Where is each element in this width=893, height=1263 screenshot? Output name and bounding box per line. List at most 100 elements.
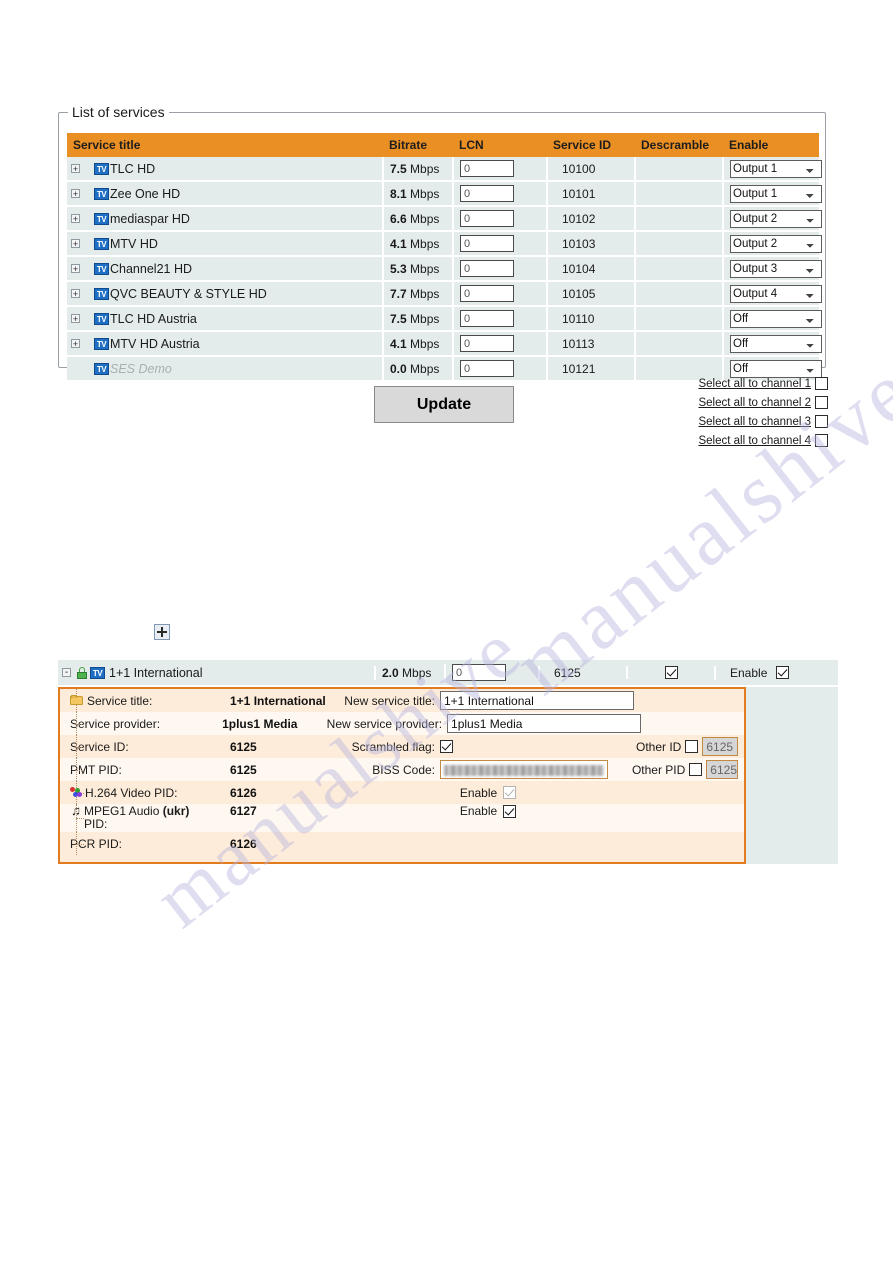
detail-enable-checkbox[interactable]	[776, 666, 790, 679]
tv-icon: TV	[94, 337, 109, 350]
select-all-checkbox[interactable]	[815, 377, 828, 390]
detail-row-label: Service title:	[87, 693, 153, 708]
lcn-input[interactable]	[460, 235, 514, 252]
detail-value: 6126	[230, 785, 257, 800]
cell-bitrate: 4.1 Mbps	[383, 331, 454, 357]
enable-select[interactable]: OffOutput 1Output 2Output 3Output 4	[730, 159, 822, 178]
cell-descramble	[635, 231, 724, 257]
service-title-label: Zee One HD	[110, 186, 181, 201]
table-row: + TVZee One HD 8.1 Mbps 10101 OffOutput 1Out…	[67, 181, 822, 207]
tail-label: Other ID	[636, 739, 682, 754]
select-all-row: Select all to channel 4	[688, 431, 828, 450]
detail-label-cell: Service ID:	[60, 735, 230, 758]
detail-label-cell: Service provider:	[60, 712, 222, 735]
select-all-checkbox[interactable]	[815, 396, 828, 409]
expand-icon[interactable]: +	[71, 239, 80, 249]
cell-descramble	[635, 281, 724, 307]
label-main: MPEG1 Audio	[84, 804, 160, 818]
cell-service-title: + TV TLC HD Austria	[67, 306, 384, 332]
expand-icon[interactable]: +	[71, 214, 80, 224]
expand-icon[interactable]: +	[71, 289, 80, 299]
bitrate-unit: Mbps	[410, 361, 440, 376]
detail-enable-label: Enable	[459, 804, 498, 818]
select-all-link[interactable]: Select all to channel 3	[698, 416, 811, 428]
enable-select[interactable]: OffOutput 1Output 2Output 3Output 4	[730, 334, 822, 353]
scrambled-flag-checkbox[interactable]	[440, 740, 453, 753]
lcn-input[interactable]	[460, 335, 514, 352]
cell-service-id: 10105	[547, 281, 636, 307]
cell-descramble	[635, 181, 724, 207]
cell-lcn	[453, 206, 548, 232]
enable-select[interactable]: OffOutput 1Output 2Output 3Output 4	[730, 209, 822, 228]
bitrate-value: 5.3	[390, 261, 407, 276]
other-id-checkbox[interactable]	[685, 740, 699, 753]
service-detail-panel: - TV 1+1 International 2.0 Mbps 6125 Ena…	[58, 660, 838, 864]
service-title-label: mediaspar HD	[110, 211, 190, 226]
col-header-service-id: Service ID	[547, 133, 635, 157]
detail-enable-label: Enable	[459, 785, 498, 800]
detail-text-input[interactable]	[447, 714, 642, 733]
enable-select[interactable]: OffOutput 1Output 2Output 3Output 4	[730, 184, 822, 203]
cell-lcn	[453, 356, 548, 380]
tree-connector	[76, 723, 84, 725]
detail-value: 6125	[230, 762, 257, 777]
cell-service-id: 10102	[547, 206, 636, 232]
lcn-input[interactable]	[460, 260, 514, 277]
cell-lcn	[453, 181, 548, 207]
other-pid-checkbox[interactable]	[689, 763, 703, 776]
tv-icon: TV	[90, 666, 105, 679]
tv-icon: TV	[94, 237, 109, 250]
cell-service-title: + TV Channel21 HD	[67, 256, 384, 282]
detail-text-input[interactable]	[440, 691, 634, 710]
select-all-link[interactable]: Select all to channel 2	[698, 397, 811, 409]
lcn-input[interactable]	[460, 360, 514, 377]
service-title-label: QVC BEAUTY & STYLE HD	[110, 286, 267, 301]
detail-field	[440, 691, 636, 710]
cell-service-id: 10101	[547, 181, 636, 207]
select-all-link[interactable]: Select all to channel 1	[698, 378, 811, 390]
select-all-link[interactable]: Select all to channel 4	[698, 435, 811, 447]
select-all-checkbox[interactable]	[815, 434, 828, 447]
col-header-service-title: Service title	[67, 133, 383, 157]
enable-select[interactable]: OffOutput 1Output 2Output 3Output 4	[730, 309, 822, 328]
detail-value: 6127	[230, 804, 257, 818]
lcn-input[interactable]	[460, 310, 514, 327]
update-button[interactable]: Update	[374, 386, 514, 423]
biss-code-input[interactable]	[440, 760, 608, 779]
expand-icon[interactable]: +	[71, 314, 80, 324]
detail-row: H.264 Video PID: 6126 Enable	[60, 781, 744, 804]
expand-icon[interactable]: +	[71, 264, 80, 274]
detail-mid-label: Scrambled flag:	[351, 739, 435, 754]
cell-service-id: 10104	[547, 256, 636, 282]
pid-enable-checkbox[interactable]	[503, 804, 517, 818]
cell-bitrate: 8.1 Mbps	[383, 181, 454, 207]
expand-icon[interactable]: +	[71, 339, 80, 349]
enable-select[interactable]: OffOutput 1Output 2Output 3Output 4	[730, 234, 822, 253]
descramble-checkbox[interactable]	[664, 666, 678, 679]
detail-mid-label: New service provider:	[326, 716, 443, 731]
lcn-input[interactable]	[460, 160, 514, 177]
other-pid-value: 6125	[706, 760, 738, 779]
select-all-row: Select all to channel 3	[688, 412, 828, 431]
detail-lcn-input[interactable]	[452, 664, 506, 681]
expand-plus-icon[interactable]	[154, 624, 170, 640]
expand-icon[interactable]: +	[71, 164, 80, 174]
enable-select[interactable]: OffOutput 1Output 2Output 3Output 4	[730, 259, 822, 278]
collapse-icon[interactable]: -	[62, 668, 71, 678]
select-all-checkbox[interactable]	[815, 415, 828, 428]
detail-field	[447, 714, 642, 733]
detail-row: PCR PID: 6126	[60, 832, 744, 855]
table-row: + TVTLC HD 7.5 Mbps 10100 OffOutput 1Output …	[67, 157, 822, 182]
expand-icon[interactable]: +	[71, 189, 80, 199]
tv-icon: TV	[94, 187, 109, 200]
table-row: + TVChannel21 HD 5.3 Mbps 10104 OffOutput 1O…	[67, 256, 822, 282]
tv-icon: TV	[94, 212, 109, 225]
enable-select[interactable]: OffOutput 1Output 2Output 3Output 4	[730, 284, 822, 303]
cell-enable: OffOutput 1Output 2Output 3Output 4	[723, 256, 822, 282]
lcn-input[interactable]	[460, 185, 514, 202]
cell-descramble	[635, 157, 724, 182]
lcn-input[interactable]	[460, 285, 514, 302]
folder-icon	[70, 695, 84, 706]
select-all-row: Select all to channel 2	[688, 393, 828, 412]
lcn-input[interactable]	[460, 210, 514, 227]
